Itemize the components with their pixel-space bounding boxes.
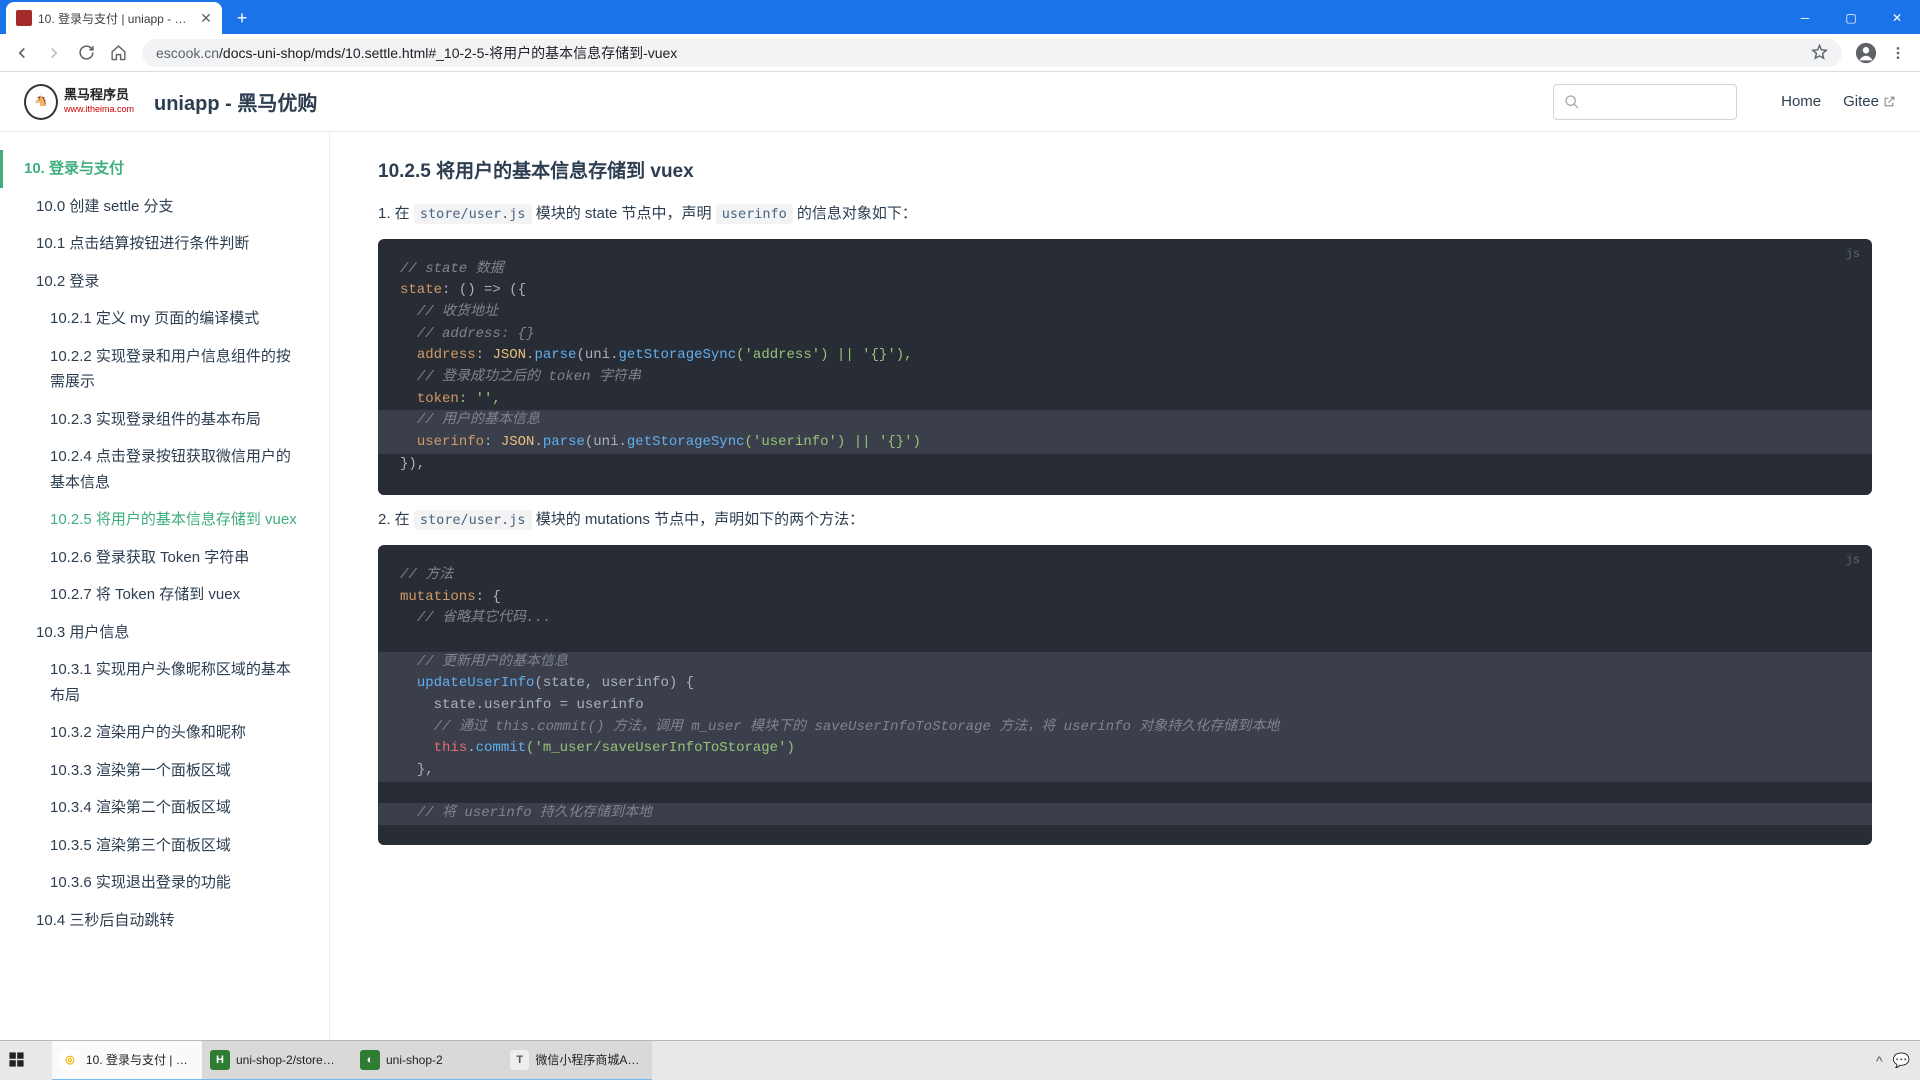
section-heading: 10.2.5 将用户的基本信息存储到 vuex [378, 156, 1872, 183]
taskbar-app-label: uni-shop-2 [386, 1053, 443, 1067]
taskbar-app-button[interactable]: ◐ uni-shop-2 [352, 1041, 502, 1080]
taskbar-app-button[interactable]: ◎ 10. 登录与支付 | u… [52, 1041, 202, 1080]
taskbar-app-label: uni-shop-2/store… [236, 1053, 335, 1067]
sidebar-item[interactable]: 10.3.4 渲染第二个面板区域 [0, 789, 329, 827]
url-path: /docs-uni-shop/mds/10.settle.html#_10-2-… [219, 43, 677, 63]
sidebar-item[interactable]: 10.2.2 实现登录和用户信息组件的按需展示 [0, 338, 329, 401]
tray-chevron-icon[interactable]: ^ [1876, 1053, 1883, 1069]
url-domain: escook.cn [156, 45, 219, 61]
address-bar[interactable]: escook.cn/docs-uni-shop/mds/10.settle.ht… [142, 39, 1842, 67]
taskbar-app-label: 10. 登录与支付 | u… [86, 1051, 194, 1068]
sidebar-item[interactable]: 10.3.2 渲染用户的头像和昵称 [0, 714, 329, 752]
site-header: 🐴 黑马程序员www.itheima.com uniapp - 黑马优购 Hom… [0, 72, 1920, 132]
inline-code: store/user.js [414, 204, 532, 224]
sidebar-item[interactable]: 10.2.3 实现登录组件的基本布局 [0, 401, 329, 439]
sidebar-item[interactable]: 10.3.6 实现退出登录的功能 [0, 864, 329, 902]
nav-link-gitee[interactable]: Gitee [1843, 93, 1896, 110]
sidebar-item[interactable]: 10.3.3 渲染第一个面板区域 [0, 752, 329, 790]
sidebar-item[interactable]: 10.3.5 渲染第三个面板区域 [0, 827, 329, 865]
sidebar-item[interactable]: 10.1 点击结算按钮进行条件判断 [0, 225, 329, 263]
sidebar-item[interactable]: 10.2.1 定义 my 页面的编译模式 [0, 300, 329, 338]
tray-notification-icon[interactable]: 💬 [1893, 1052, 1910, 1069]
tab-title: 10. 登录与支付 | uniapp - 黑马… [38, 10, 192, 27]
external-link-icon [1883, 95, 1896, 108]
search-input[interactable] [1553, 84, 1737, 120]
app-icon: ◐ [360, 1050, 380, 1070]
search-icon [1564, 94, 1580, 110]
bookmark-star-icon[interactable] [1811, 44, 1828, 61]
sidebar-item[interactable]: 10.2.4 点击登录按钮获取微信用户的基本信息 [0, 438, 329, 501]
app-icon: H [210, 1050, 230, 1070]
reload-button[interactable] [72, 39, 100, 67]
nav-link-home[interactable]: Home [1781, 93, 1821, 110]
taskbar-tray[interactable]: ^ 💬 [1876, 1052, 1920, 1069]
start-button[interactable] [0, 1041, 52, 1080]
code-block[interactable]: js// 方法 mutations: { // 省略其它代码... // 更新用… [378, 545, 1872, 845]
site-title: uniapp - 黑马优购 [154, 87, 317, 116]
tab-favicon [16, 10, 32, 26]
window-titlebar: 10. 登录与支付 | uniapp - 黑马… ✕ + ─ ▢ ✕ [0, 0, 1920, 34]
maximize-button[interactable]: ▢ [1828, 2, 1874, 34]
inline-code: store/user.js [414, 510, 532, 530]
profile-icon[interactable] [1852, 39, 1880, 67]
sidebar-item[interactable]: 10.2.7 将 Token 存储到 vuex [0, 576, 329, 614]
sidebar-item[interactable]: 10. 登录与支付 [0, 150, 329, 188]
forward-button[interactable] [40, 39, 68, 67]
sidebar-nav[interactable]: 10. 登录与支付10.0 创建 settle 分支10.1 点击结算按钮进行条… [0, 132, 330, 1040]
sidebar-item[interactable]: 10.0 创建 settle 分支 [0, 188, 329, 226]
sidebar-item[interactable]: 10.2.6 登录获取 Token 字符串 [0, 539, 329, 577]
window-controls: ─ ▢ ✕ [1782, 2, 1920, 34]
sidebar-item[interactable]: 10.2 登录 [0, 263, 329, 301]
back-button[interactable] [8, 39, 36, 67]
close-window-button[interactable]: ✕ [1874, 2, 1920, 34]
taskbar-app-button[interactable]: T 微信小程序商城AP… [502, 1041, 652, 1080]
sidebar-item[interactable]: 10.2.5 将用户的基本信息存储到 vuex [0, 501, 329, 539]
app-icon: ◎ [60, 1050, 80, 1070]
taskbar-app-button[interactable]: Huni-shop-2/store… [202, 1041, 352, 1080]
main-content: 10.2.5 将用户的基本信息存储到 vuex 1. 在 store/user.… [330, 132, 1920, 1040]
close-tab-icon[interactable]: ✕ [198, 10, 214, 26]
paragraph: 2. 在 store/user.js 模块的 mutations 节点中，声明如… [378, 507, 1872, 533]
browser-toolbar: escook.cn/docs-uni-shop/mds/10.settle.ht… [0, 34, 1920, 72]
sidebar-item[interactable]: 10.4 三秒后自动跳转 [0, 902, 329, 940]
app-icon: T [510, 1050, 529, 1070]
site-logo[interactable]: 🐴 黑马程序员www.itheima.com [24, 84, 134, 120]
inline-code: userinfo [716, 204, 793, 224]
sidebar-item[interactable]: 10.3.1 实现用户头像昵称区域的基本布局 [0, 651, 329, 714]
code-lang-badge: js [1846, 551, 1860, 570]
chrome-menu-icon[interactable] [1884, 39, 1912, 67]
browser-tab[interactable]: 10. 登录与支付 | uniapp - 黑马… ✕ [6, 2, 222, 34]
new-tab-button[interactable]: + [228, 4, 256, 32]
paragraph: 1. 在 store/user.js 模块的 state 节点中，声明 user… [378, 201, 1872, 227]
windows-taskbar: ◎ 10. 登录与支付 | u… Huni-shop-2/store… ◐ uni-sh… [0, 1040, 1920, 1080]
code-block[interactable]: js// state 数据 state: () => ({ // 收货地址 //… [378, 239, 1872, 496]
minimize-button[interactable]: ─ [1782, 2, 1828, 34]
home-button[interactable] [104, 39, 132, 67]
sidebar-item[interactable]: 10.3 用户信息 [0, 614, 329, 652]
code-lang-badge: js [1846, 245, 1860, 264]
taskbar-app-label: 微信小程序商城AP… [535, 1051, 644, 1068]
logo-mark-icon: 🐴 [24, 84, 58, 120]
